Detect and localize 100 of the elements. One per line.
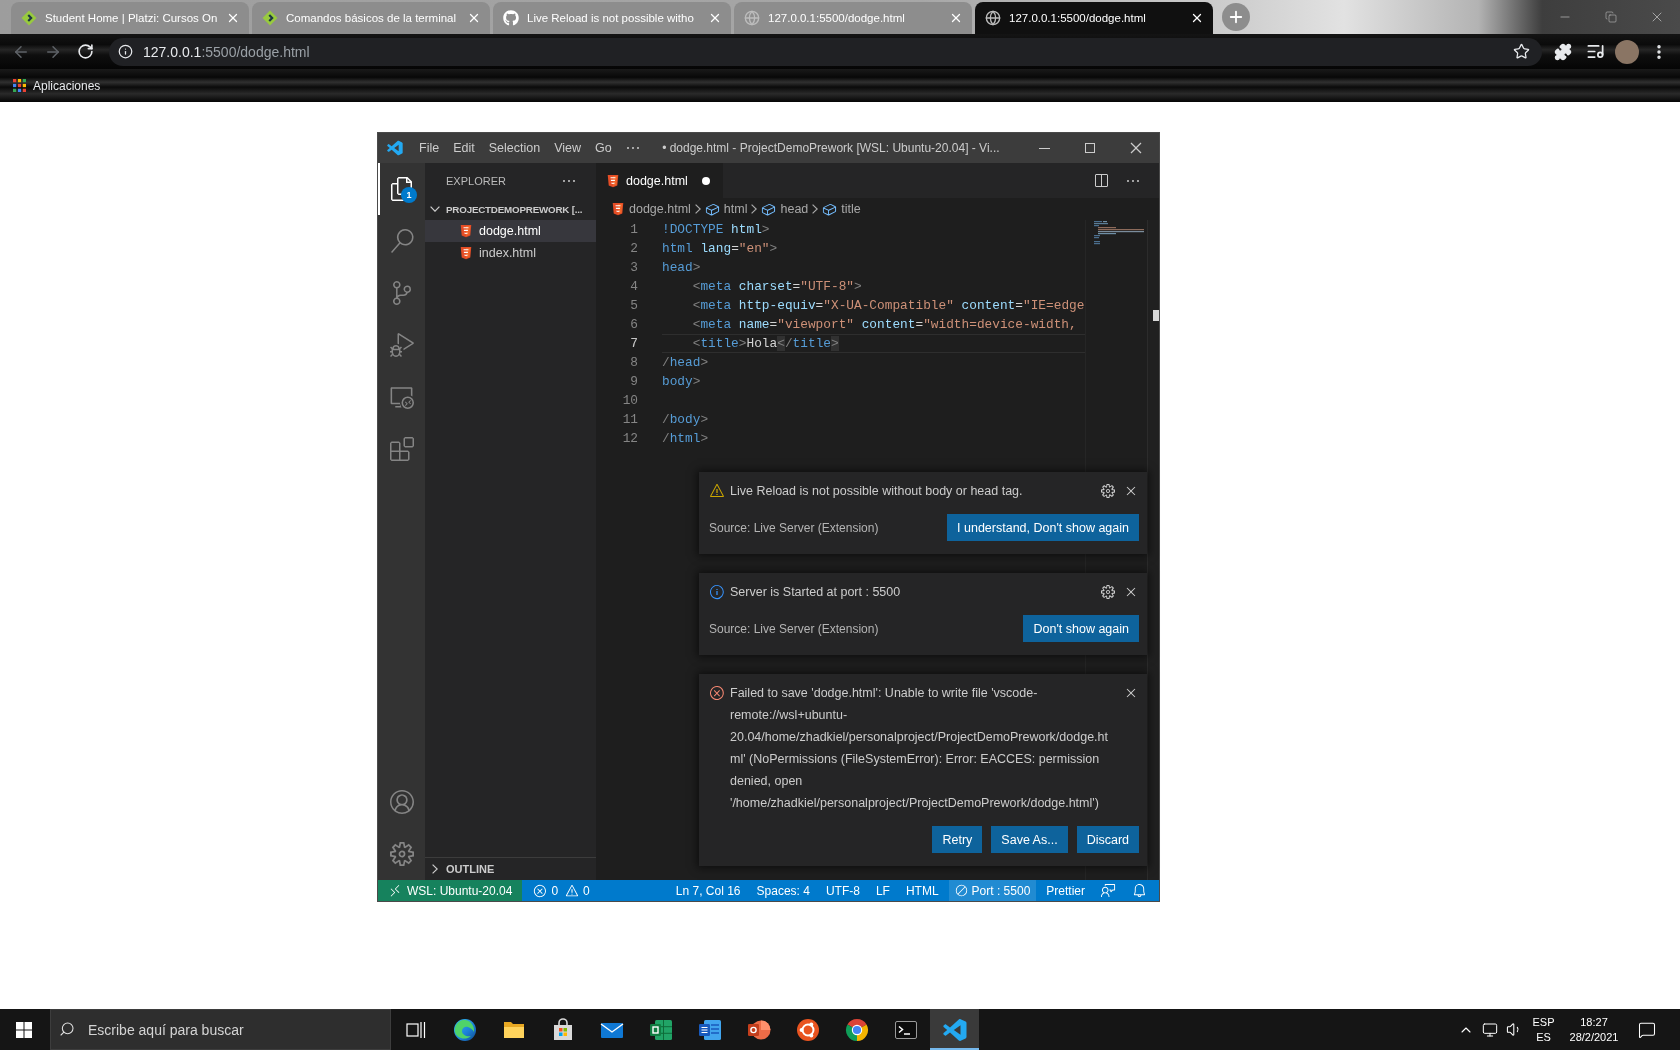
person-speech-icon[interactable] [1101,883,1116,898]
info-icon [709,584,725,600]
reload-icon[interactable] [76,43,94,60]
browser-tab[interactable]: Student Home | Platzi: Cursos On [11,2,249,34]
code-line: /body> [662,412,709,427]
new-tab-button[interactable] [1222,3,1250,31]
warning-icon [565,883,580,898]
problems-status[interactable]: 0 0 [527,880,596,901]
avatar-icon[interactable] [1615,39,1639,64]
breadcrumb-item[interactable]: title [822,201,861,217]
split-editor-icon[interactable] [1093,172,1109,189]
account-icon [389,790,414,814]
puzzle-icon[interactable] [1554,42,1572,61]
line-number: 8 [629,355,638,370]
action-button[interactable]: Retry [932,826,983,853]
line-number: 12 [621,431,638,446]
clock-time: 18:27 [1580,1014,1608,1030]
browser-tab[interactable]: Comandos básicos de la terminal [252,2,490,34]
status-bar-item[interactable]: Spaces: 4 [750,880,816,901]
action-button[interactable]: Don't show again [1023,615,1139,642]
tree-item[interactable]: dodge.html [425,220,596,242]
notification-message: Failed to save 'dodge.html': Unable to write file 'vscode-remote://wsl+ubuntu-20.04/home/zhadkiel/personalproject/ProjectDemoPrework/dodge.html' (NoPermissions (FileSystemError): Error: EACCES: permission denied, open '/home/zhadkiel/personalproject/ProjectDemoPrework/dodge.html') [730,685,1109,812]
close-icon[interactable] [1190,11,1204,25]
file-icon [606,173,620,188]
status-bar-item[interactable]: Ln 7, Col 16 [669,880,747,901]
angle-arrows-icon [388,883,402,898]
menu-item[interactable]: Go [588,141,619,155]
tree-item[interactable]: index.html [425,242,596,264]
line-number: 3 [629,260,638,275]
chevron-right-icon [694,204,701,214]
menu-item[interactable]: Edit [446,141,482,155]
notification-source: Source: Live Server (Extension) [709,621,880,636]
browser-tab[interactable]: Live Reload is not possible witho [493,2,731,34]
breadcrumb-item[interactable]: head [761,201,809,217]
code-line: /head> [662,355,709,370]
notification-message: Server is Started at port : 5500 [730,584,902,601]
menu-item[interactable]: File [412,141,447,155]
browser-tab[interactable]: 127.0.0.1:5500/dodge.html [734,2,972,34]
close-icon[interactable] [1128,140,1144,156]
document-icon [697,1017,722,1042]
monitor-icon [389,385,414,409]
wave-logo-icon [452,1017,477,1042]
keyboard-layout: ES [1536,1029,1551,1045]
file-icon [611,202,625,216]
breadcrumb-item[interactable]: html [704,201,748,217]
info-icon[interactable] [118,44,133,59]
browser-tab[interactable]: 127.0.0.1:5500/dodge.html [975,2,1213,34]
menu-item[interactable]: Selection [481,141,548,155]
status-bar-item[interactable]: LF [869,880,896,901]
diamond-favicon-icon [262,10,278,26]
file-icon [459,246,473,260]
folder-header[interactable]: PROJECTDEMOPREWORK [... [425,198,596,220]
clock-date: 28/2/2021 [1569,1029,1619,1045]
action-button[interactable]: Save As... [991,826,1068,853]
restore-icon[interactable] [1605,11,1617,23]
status-bar-item[interactable]: HTML [899,880,945,901]
code-editor-logo-icon [942,1017,967,1042]
settings-icon [389,842,414,866]
editor-tab[interactable]: dodge.html [596,163,723,198]
line-number: 4 [629,279,638,294]
plus-icon [1227,8,1245,26]
bookmark-link[interactable]: Aplicaciones [13,78,101,93]
address-field[interactable]: 127.0.0.1:5500/dodge.html [109,37,1542,66]
search-field[interactable]: Escribe aquí para buscar [50,1009,391,1050]
cat-logo-icon [503,10,519,26]
line-number: 11 [621,412,638,427]
bell-icon[interactable] [1132,883,1147,898]
code-line: body> [662,374,701,389]
start-icon[interactable] [16,1021,32,1038]
warning-icon [709,483,725,499]
menu-item[interactable]: View [547,141,588,155]
circle-slash-icon [954,884,968,897]
settings-icon[interactable] [1100,584,1116,600]
action-button[interactable]: Discard [1076,826,1139,853]
activity-bar-tab[interactable]: 1 [378,163,425,215]
port-status[interactable]: Port : 5500 [948,880,1037,901]
diamond-favicon-icon [21,10,37,26]
speech-bubble-icon[interactable] [1638,1020,1656,1039]
action-button[interactable]: I understand, Don't show again [947,514,1139,541]
monitor-icon[interactable] [1482,1021,1498,1038]
blocks-icon [389,437,414,461]
remote-indicator[interactable]: WSL: Ubuntu-20.04 [378,880,523,901]
code-line: /html> [662,431,709,446]
line-number: 1 [629,222,638,237]
playlist-icon[interactable] [1585,42,1605,61]
line-number: 7 [629,336,638,351]
grid-icon [13,79,26,92]
status-bar-item[interactable]: Prettier [1040,880,1091,901]
line-number: 9 [629,374,638,389]
breadcrumb-item[interactable]: dodge.html [611,202,691,216]
play-bug-icon [389,333,414,357]
status-bar-item[interactable]: UTF-8 [819,880,866,901]
marker-icon [1153,310,1159,321]
task-view-icon[interactable] [405,1020,426,1039]
settings-icon[interactable] [1100,483,1116,499]
star-icon[interactable] [1513,43,1530,60]
maximize-icon[interactable] [1082,140,1098,156]
line-number: 10 [621,393,638,408]
ring-logo-icon [795,1017,820,1042]
search-icon [389,229,414,253]
